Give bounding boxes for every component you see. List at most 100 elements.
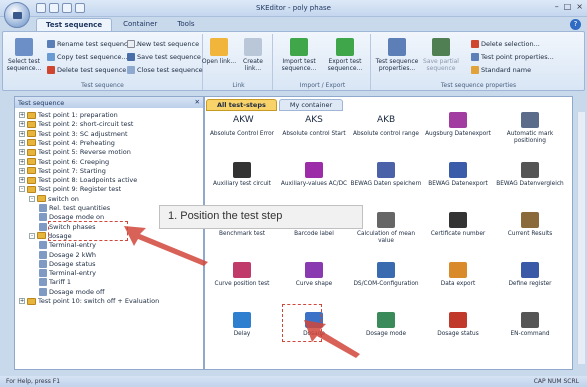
minimize-button[interactable]: – — [555, 2, 559, 11]
expand-toggle-icon[interactable]: - — [19, 186, 25, 193]
test-step-item[interactable]: Dosage status — [422, 312, 494, 338]
tree-item[interactable]: Tariff 1 — [39, 278, 71, 287]
delete-test-sequence-button[interactable]: Delete test sequence... — [47, 66, 133, 74]
folder-icon — [27, 139, 36, 147]
test-step-item[interactable]: Define register — [494, 262, 566, 288]
save-partial-sequence-button[interactable]: Save partial sequence — [421, 38, 461, 72]
expand-toggle-icon[interactable]: + — [19, 121, 25, 128]
create-link-button[interactable]: Create link... — [235, 38, 271, 72]
test-step-item[interactable]: Auxiliary test circuit — [206, 162, 278, 188]
rename-test-sequence-button[interactable]: Rename test sequence... — [47, 40, 138, 48]
copy-test-sequence-button[interactable]: Copy test sequence... — [47, 53, 128, 61]
tree-item[interactable]: + Test point 3: SC adjustment — [19, 130, 128, 138]
test-step-item[interactable]: Auxiliary-values AC/DC — [278, 162, 350, 188]
tab-all-test-steps[interactable]: All test-steps — [206, 99, 277, 111]
expand-toggle-icon[interactable]: - — [29, 195, 35, 202]
test-step-icon — [305, 262, 323, 278]
expand-toggle-icon[interactable]: + — [19, 112, 25, 118]
test-step-item[interactable]: EN-command — [494, 312, 566, 338]
test-step-item[interactable]: DS/COM-Configuration — [350, 262, 422, 288]
tab-my-container[interactable]: My container — [278, 99, 344, 111]
close-button[interactable]: × — [576, 2, 583, 11]
tab-test-sequence[interactable]: Test sequence — [36, 18, 113, 32]
folder-icon — [37, 232, 46, 240]
expand-toggle-icon[interactable]: + — [19, 139, 25, 146]
tree-item[interactable]: Dosage status — [39, 259, 96, 268]
expand-toggle-icon[interactable]: + — [19, 158, 25, 165]
status-text: For Help, press F1 — [6, 378, 61, 385]
test-step-icon — [39, 213, 47, 222]
test-step-item[interactable]: Data export — [422, 262, 494, 288]
tree-item[interactable]: + Test point 10: switch off + Evaluation — [19, 297, 159, 305]
rename-icon — [47, 40, 55, 48]
import-test-sequence-button[interactable]: Import test sequence... — [277, 38, 321, 72]
select-test-sequence-button[interactable]: Select test sequence... — [5, 38, 43, 72]
test-step-label: DS/COM-Configuration — [353, 281, 419, 287]
expand-toggle-icon[interactable]: - — [29, 232, 35, 239]
tree-item-label: Test point 4: Preheating — [38, 138, 115, 147]
tree-item-label: Test point 5: Reverse motion — [38, 148, 131, 157]
vertical-scrollbar[interactable] — [577, 112, 585, 364]
test-step-item[interactable]: BEWAG Datenexport — [422, 162, 494, 188]
standard-name-button[interactable]: Standard name — [471, 66, 531, 74]
tree-item[interactable]: Dosage 2 kWh — [39, 250, 96, 259]
tree-item-label: Rel. test quantities — [49, 204, 111, 212]
test-step-label: Barcode label — [294, 231, 334, 237]
test-step-icon: AKB — [377, 115, 396, 125]
delete-selection-button[interactable]: Delete selection... — [471, 40, 540, 48]
tree-item-label: Terminal-entry — [49, 269, 97, 278]
tree-item[interactable]: + Test point 2: short-circuit test — [19, 120, 133, 128]
test-point-properties-button[interactable]: Test point properties... — [471, 53, 554, 61]
tree-item[interactable]: + Test point 1: preparation — [19, 111, 118, 119]
export-test-sequence-button[interactable]: Export test sequence... — [323, 38, 367, 72]
tree-item-label: Test point 1: preparation — [38, 111, 118, 119]
test-step-icon — [377, 162, 395, 178]
tree-item[interactable]: Rel. test quantities — [39, 204, 110, 212]
expand-toggle-icon[interactable]: + — [19, 177, 25, 184]
folder-icon — [27, 130, 36, 138]
open-link-button[interactable]: Open link... — [201, 38, 237, 65]
tree-item[interactable]: Terminal-entry — [39, 241, 96, 250]
test-step-item[interactable]: Current Results — [494, 212, 566, 238]
tree-item[interactable]: - Test point 9: Register test — [19, 185, 121, 193]
test-step-item[interactable]: Augsburg Datenexport — [422, 112, 494, 138]
test-step-icon — [39, 269, 47, 278]
test-sequence-properties-button[interactable]: Test sequence properties... — [375, 38, 419, 72]
test-step-item[interactable]: AKW Absolute Control Error — [206, 112, 278, 138]
close-test-sequence-button[interactable]: Close test sequence — [127, 66, 203, 74]
tree-item-label: switch on — [48, 194, 79, 203]
test-step-item[interactable]: Curve shape — [278, 262, 350, 288]
tree-item[interactable]: + Test point 8: Loadpoints active — [19, 176, 137, 184]
group-link: Open link... Create link... Link — [202, 34, 273, 90]
test-step-label: Calculation of mean value — [356, 231, 416, 244]
test-step-item[interactable]: Delay — [206, 312, 278, 338]
tab-container[interactable]: Container — [114, 18, 166, 32]
tree-item[interactable]: + Test point 4: Preheating — [19, 139, 115, 147]
expand-toggle-icon[interactable]: + — [19, 167, 25, 174]
tree-item[interactable]: Dosage mode off — [39, 287, 105, 296]
test-step-icon — [449, 162, 467, 178]
folder-icon — [27, 111, 36, 119]
tree-item[interactable]: - switch on — [29, 195, 79, 203]
expand-toggle-icon[interactable]: + — [19, 149, 25, 156]
help-icon[interactable]: ? — [570, 19, 581, 30]
test-step-item[interactable]: BEWAG Daten speichern — [350, 162, 422, 188]
test-step-item[interactable]: AKS Absolute control Start — [278, 112, 350, 138]
tab-tools[interactable]: Tools — [168, 18, 203, 32]
tree-item[interactable]: + Test point 6: Creeping — [19, 158, 109, 166]
save-test-sequence-button[interactable]: Save test sequence — [127, 53, 201, 61]
copy-icon — [47, 53, 55, 61]
test-step-item[interactable]: BEWAG Datenvergleich — [494, 162, 566, 188]
test-step-item[interactable]: AKB Absolute control range — [350, 112, 422, 138]
expand-toggle-icon[interactable]: + — [19, 130, 25, 137]
application-menu-button[interactable] — [4, 2, 30, 28]
tree-item[interactable]: + Test point 5: Reverse motion — [19, 148, 131, 156]
new-test-sequence-button[interactable]: New test sequence — [127, 40, 199, 48]
tree-item[interactable]: Terminal-entry — [39, 269, 97, 278]
expand-toggle-icon[interactable]: + — [19, 298, 25, 304]
tree-item[interactable]: + Test point 7: Starting — [19, 167, 106, 175]
test-step-item[interactable]: Automatic mark positioning — [494, 112, 566, 145]
panel-close-icon[interactable]: ✕ — [195, 98, 200, 106]
maximize-button[interactable]: □ — [564, 2, 572, 11]
test-step-item[interactable]: Certificate number — [422, 212, 494, 238]
